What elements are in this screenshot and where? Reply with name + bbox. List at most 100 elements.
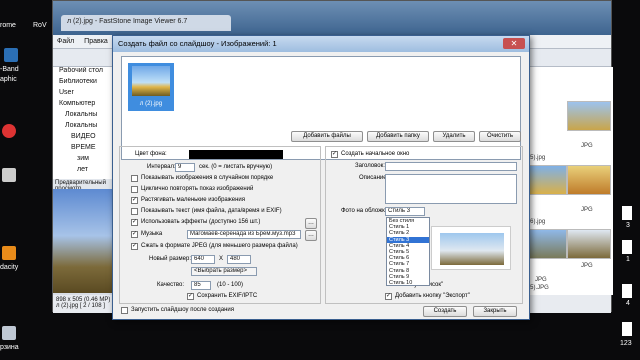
size-preset-select[interactable]: <Выбрать размер> bbox=[191, 267, 257, 276]
tree-item[interactable]: ВИДЕО bbox=[53, 133, 118, 144]
thumbnail-panel: JPG л (5).jpg JPG л (6).jpg JPG JPG л (5… bbox=[521, 67, 613, 295]
thumbnail-image bbox=[132, 66, 170, 96]
tree-item[interactable]: зим bbox=[53, 155, 118, 166]
desktop-label: 4 bbox=[626, 300, 630, 307]
preview-label: Предварительный просмотр bbox=[53, 179, 119, 192]
close-icon[interactable]: ✕ bbox=[503, 38, 525, 49]
tree-item[interactable]: лет bbox=[53, 166, 118, 177]
tree-item[interactable]: Библиотеки bbox=[53, 78, 118, 89]
clear-button[interactable]: Очистить bbox=[479, 131, 521, 142]
show-text-checkbox[interactable] bbox=[131, 208, 138, 215]
thumbnail[interactable] bbox=[567, 229, 611, 259]
image-list[interactable]: л (2).jpg bbox=[121, 56, 521, 160]
desktop-label: 3 bbox=[626, 222, 630, 229]
close-button[interactable]: Закрыть bbox=[473, 306, 517, 317]
cover-style-select[interactable]: Стиль 3 bbox=[385, 207, 425, 216]
recycle-bin-icon[interactable] bbox=[2, 326, 16, 340]
new-size-label: Новый размер: bbox=[149, 256, 192, 262]
stretch-checkbox[interactable]: ✓ bbox=[131, 197, 138, 204]
tree-item[interactable]: Рабочий стол bbox=[53, 67, 118, 78]
add-export-checkbox[interactable]: ✓ bbox=[385, 293, 392, 300]
cover-preview-image bbox=[440, 233, 504, 265]
desktop-icon-audacity[interactable]: dacity bbox=[0, 264, 18, 271]
run-after-label: Запустить слайдшоу после создания bbox=[131, 307, 235, 313]
thumbnail-label: JPG bbox=[581, 143, 593, 149]
height-input[interactable]: 480 bbox=[227, 255, 251, 264]
desktop-icon-band[interactable]: -Band bbox=[0, 66, 19, 73]
desktop-icon-graphic[interactable]: aphic bbox=[0, 76, 17, 83]
menu-edit[interactable]: Правка bbox=[80, 35, 112, 48]
cover-preview bbox=[431, 226, 511, 270]
delete-button[interactable]: Удалить bbox=[433, 131, 475, 142]
interval-hint: сек. (0 = листать вручную) bbox=[199, 164, 273, 170]
interval-input[interactable]: 9 bbox=[175, 163, 195, 172]
audacity-icon[interactable] bbox=[2, 246, 16, 260]
music-browse-button[interactable]: … bbox=[305, 230, 317, 241]
compress-checkbox[interactable]: ✓ bbox=[131, 243, 138, 250]
bg-color-swatch[interactable] bbox=[189, 150, 283, 159]
width-input[interactable]: 640 bbox=[191, 255, 215, 264]
bg-color-label: Цвет фона: bbox=[135, 151, 167, 157]
keep-exif-checkbox[interactable]: ✓ bbox=[187, 293, 194, 300]
file-icon[interactable] bbox=[622, 322, 632, 336]
tree-item[interactable]: Компьютер bbox=[53, 100, 118, 111]
interval-label: Интервал: bbox=[147, 164, 176, 170]
dialog-title: Создать файл со слайдшоу - Изображений: … bbox=[113, 36, 529, 52]
size-separator: X bbox=[219, 256, 224, 262]
add-folder-button[interactable]: Добавить папку bbox=[367, 131, 429, 142]
app-titlebar: л (2).jpg - FastStone Image Viewer 6.7 bbox=[53, 1, 611, 35]
random-order-label: Показывать изображения в случайном поряд… bbox=[141, 175, 274, 181]
keep-exif-label: Сохранить EXIF/IPTC bbox=[197, 293, 258, 299]
thumbnail-label: JPG bbox=[581, 207, 593, 213]
file-icon[interactable] bbox=[622, 240, 632, 254]
thumbnail-label: JPG bbox=[535, 277, 547, 283]
quality-label: Качество: bbox=[157, 282, 185, 288]
tree-item[interactable]: ВРЕМЕ bbox=[53, 144, 118, 155]
style-option[interactable]: Стиль 10 bbox=[387, 280, 429, 286]
heading-input[interactable] bbox=[385, 162, 517, 171]
cover-style-dropdown[interactable]: Без стиля Стиль 1 Стиль 2 Стиль 3 Стиль … bbox=[386, 217, 430, 286]
file-icon[interactable] bbox=[622, 206, 632, 220]
compress-label: Сжать в формате JPEG (для меньшего разме… bbox=[141, 243, 298, 249]
description-label: Описание: bbox=[359, 175, 389, 181]
music-file-select[interactable]: Магомаев-серенада из Брем.муз.mp3 bbox=[187, 230, 301, 239]
thumbnail[interactable] bbox=[567, 101, 611, 131]
desktop-label: 123 bbox=[620, 340, 632, 347]
run-after-checkbox[interactable] bbox=[121, 307, 128, 314]
loop-label: Циклично повторять показ изображений bbox=[141, 186, 254, 192]
start-window-checkbox[interactable]: ✓ bbox=[331, 151, 338, 158]
effects-more-button[interactable]: … bbox=[305, 218, 317, 229]
menu-file[interactable]: Файл bbox=[53, 35, 78, 48]
create-button[interactable]: Создать bbox=[423, 306, 467, 317]
desktop-left: rome RoV -Band aphic dacity рзина bbox=[0, 0, 52, 360]
add-files-button[interactable]: Добавить файлы bbox=[291, 131, 363, 142]
music-label: Музыка bbox=[141, 231, 163, 237]
effects-checkbox[interactable]: ✓ bbox=[131, 219, 138, 226]
add-export-label: Добавить кнопку "Экспорт" bbox=[395, 293, 470, 299]
file-icon[interactable] bbox=[622, 284, 632, 298]
desktop-icon-chrome[interactable]: rome bbox=[0, 22, 16, 29]
tree-item[interactable]: Локальны bbox=[53, 122, 118, 133]
tree-item[interactable]: User bbox=[53, 89, 118, 100]
thumbnail-filename: л (2).jpg bbox=[139, 101, 163, 107]
power-icon[interactable] bbox=[2, 124, 16, 138]
desktop-icon-recycle[interactable]: рзина bbox=[0, 344, 19, 351]
tree-item[interactable]: Локальны bbox=[53, 111, 118, 122]
printer-icon[interactable] bbox=[2, 168, 16, 182]
app-tab[interactable]: л (2).jpg - FastStone Image Viewer 6.7 bbox=[61, 15, 231, 31]
create-slideshow-dialog: Создать файл со слайдшоу - Изображений: … bbox=[112, 35, 530, 320]
description-input[interactable] bbox=[385, 174, 517, 204]
loop-checkbox[interactable] bbox=[131, 186, 138, 193]
music-checkbox[interactable]: ✓ bbox=[131, 231, 138, 238]
desktop-right: 3 1 4 123 bbox=[614, 0, 640, 360]
start-window-label: Создать начальное окно bbox=[341, 151, 410, 157]
quality-input[interactable]: 85 bbox=[191, 281, 211, 290]
image-thumbnail[interactable]: л (2).jpg bbox=[128, 63, 174, 111]
heading-label: Заголовок: bbox=[355, 163, 385, 169]
cover-label: Фото на обложку: bbox=[341, 208, 390, 214]
random-order-checkbox[interactable] bbox=[131, 175, 138, 182]
preview-image bbox=[53, 189, 119, 293]
thumbnail[interactable] bbox=[567, 165, 611, 195]
desktop-icon-rov[interactable]: RoV bbox=[33, 22, 47, 29]
folder-tree: Рабочий стол Библиотеки User Компьютер Л… bbox=[53, 67, 119, 179]
